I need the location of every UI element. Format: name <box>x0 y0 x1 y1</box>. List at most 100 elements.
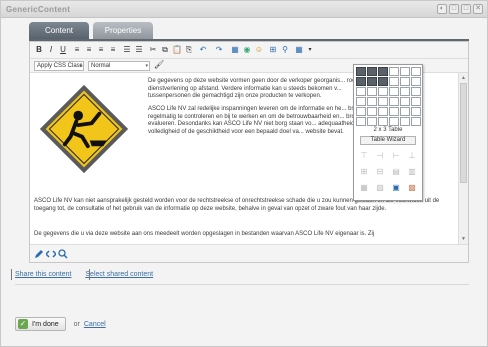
table-delete-icon[interactable]: ▧ <box>373 181 387 195</box>
scrollbar-thumb[interactable] <box>460 83 467 183</box>
table-grid-cell[interactable] <box>356 117 366 126</box>
align-justify-icon[interactable]: ≡ <box>108 45 118 55</box>
table-grid-cell[interactable] <box>400 117 410 126</box>
table-grid-cell[interactable] <box>411 77 421 86</box>
table-grid-cell[interactable] <box>367 67 377 76</box>
table-grid-cell[interactable] <box>400 77 410 86</box>
table-grid-cell[interactable] <box>389 67 399 76</box>
underline-icon[interactable]: U <box>58 45 68 55</box>
table-grid-cell[interactable] <box>356 77 366 86</box>
align-left-icon[interactable]: ≡ <box>72 45 82 55</box>
table-grid-cell[interactable] <box>378 87 388 96</box>
split-cell-icon[interactable]: ⊟ <box>373 165 387 179</box>
table-grid-cell[interactable] <box>378 77 388 86</box>
im-done-button[interactable]: ✓ I'm done <box>15 317 66 331</box>
table-layout-icon[interactable]: ▦ <box>357 181 371 195</box>
image-icon[interactable]: ▦ <box>230 45 240 55</box>
table-grid-cell[interactable] <box>411 117 421 126</box>
tab-content[interactable]: Content <box>29 22 89 39</box>
cut-icon[interactable]: ✂ <box>148 45 158 55</box>
select-shared-content-link[interactable]: Select shared content <box>85 271 153 278</box>
table-grid-cell[interactable] <box>400 97 410 106</box>
table-grid-cell[interactable] <box>389 107 399 116</box>
insert-column-icon[interactable]: ⊣ <box>373 149 387 163</box>
copy-icon[interactable]: ⧉ <box>160 45 170 55</box>
table-grid-cell[interactable] <box>367 97 377 106</box>
table-grid-cell[interactable] <box>378 107 388 116</box>
table-grid-cell[interactable] <box>378 97 388 106</box>
emoticon-icon[interactable]: ☺ <box>254 45 264 55</box>
css-class-select[interactable]: Apply CSS Class ▾ <box>34 61 84 71</box>
flash-icon[interactable]: ⊞ <box>268 45 278 55</box>
table-grid-cell[interactable] <box>367 117 377 126</box>
table-grid-cell[interactable] <box>378 117 388 126</box>
align-right-icon[interactable]: ≡ <box>96 45 106 55</box>
title-bar: GenericContent ◐ □ □ ✕ <box>1 1 487 18</box>
table-dropdown-chevron-down-icon[interactable]: ▾ <box>305 45 315 55</box>
table-grid-cell[interactable] <box>356 87 366 96</box>
window-title: GenericContent <box>6 5 71 14</box>
table-grid-cell[interactable] <box>400 107 410 116</box>
undo-icon[interactable]: ↶ <box>198 45 208 55</box>
table-grid-cell[interactable] <box>367 77 377 86</box>
tab-properties[interactable]: Properties <box>93 22 153 39</box>
table-grid-cell[interactable] <box>389 117 399 126</box>
table-grid-cell[interactable] <box>389 77 399 86</box>
paragraph-1: De gegevens op deze website vormen geen … <box>148 78 366 99</box>
table-grid-cell[interactable] <box>411 87 421 96</box>
format-select[interactable]: Normal ▾ <box>88 61 150 71</box>
table-icon[interactable]: ▦ <box>294 45 304 55</box>
table-grid-cell[interactable] <box>356 67 366 76</box>
table-grid-cell[interactable] <box>411 97 421 106</box>
paste-icon[interactable]: 📋 <box>172 45 182 55</box>
italic-icon[interactable]: I <box>46 45 56 55</box>
find-icon[interactable]: ⚲ <box>280 45 290 55</box>
cell-properties-icon[interactable]: ▤ <box>389 165 403 179</box>
table-grid-cell[interactable] <box>356 97 366 106</box>
tab-strip: Content Properties <box>29 22 153 39</box>
paste-text-icon[interactable]: ⎘ <box>184 45 194 55</box>
bold-icon[interactable]: B <box>34 45 44 55</box>
table-grid-cell[interactable] <box>400 87 410 96</box>
link-divider <box>89 269 90 280</box>
insert-row-icon[interactable]: ⊤ <box>357 149 371 163</box>
scroll-down-icon[interactable]: ▼ <box>460 235 467 243</box>
table-grid-cell[interactable] <box>400 67 410 76</box>
table-grid-cell[interactable] <box>389 87 399 96</box>
delete-row-icon[interactable]: ⊢ <box>389 149 403 163</box>
redo-icon[interactable]: ↷ <box>214 45 224 55</box>
table-grid-cell[interactable] <box>378 67 388 76</box>
row-properties-icon[interactable]: ▥ <box>405 165 419 179</box>
paragraph-2: ASCO Life NV zal redelijke inspanningen … <box>148 106 375 135</box>
cancel-link[interactable]: Cancel <box>84 321 106 328</box>
media-icon[interactable]: ◉ <box>242 45 252 55</box>
table-style-icon[interactable]: ▩ <box>405 181 419 195</box>
table-grid-cell[interactable] <box>411 67 421 76</box>
table-grid-cell[interactable] <box>367 107 377 116</box>
table-grid-cell[interactable] <box>411 107 421 116</box>
minimize-icon[interactable]: □ <box>449 4 459 14</box>
bullet-list-icon[interactable]: ☰ <box>122 45 132 55</box>
table-grid-cell[interactable] <box>356 107 366 116</box>
preview-magnifier-icon[interactable] <box>58 249 68 259</box>
table-grid-cell[interactable] <box>367 87 377 96</box>
close-icon[interactable]: ✕ <box>473 4 483 14</box>
editor-scrollbar[interactable]: ▲ ▼ <box>458 73 468 244</box>
table-size-grid[interactable] <box>356 67 421 126</box>
numbered-list-icon[interactable]: ☰ <box>134 45 144 55</box>
align-center-icon[interactable]: ≡ <box>84 45 94 55</box>
share-this-content-link[interactable]: Share this content <box>15 271 71 278</box>
format-painter-icon[interactable]: 🖌 <box>154 60 164 70</box>
code-view-icon[interactable] <box>46 249 56 259</box>
help-icon[interactable]: ◐ <box>437 4 447 14</box>
delete-column-icon[interactable]: ⊥ <box>405 149 419 163</box>
table-grid-cell[interactable] <box>389 97 399 106</box>
paragraph-4: De gegevens die u via deze website aan o… <box>34 231 375 237</box>
scroll-up-icon[interactable]: ▲ <box>460 74 467 82</box>
pencil-icon[interactable] <box>34 249 44 259</box>
table-properties-icon[interactable]: ▣ <box>389 181 403 195</box>
maximize-icon[interactable]: □ <box>461 4 471 14</box>
table-wizard-button[interactable]: Table Wizard <box>360 136 416 145</box>
chevron-down-icon: ▾ <box>145 63 148 69</box>
merge-cells-icon[interactable]: ⊞ <box>357 165 371 179</box>
